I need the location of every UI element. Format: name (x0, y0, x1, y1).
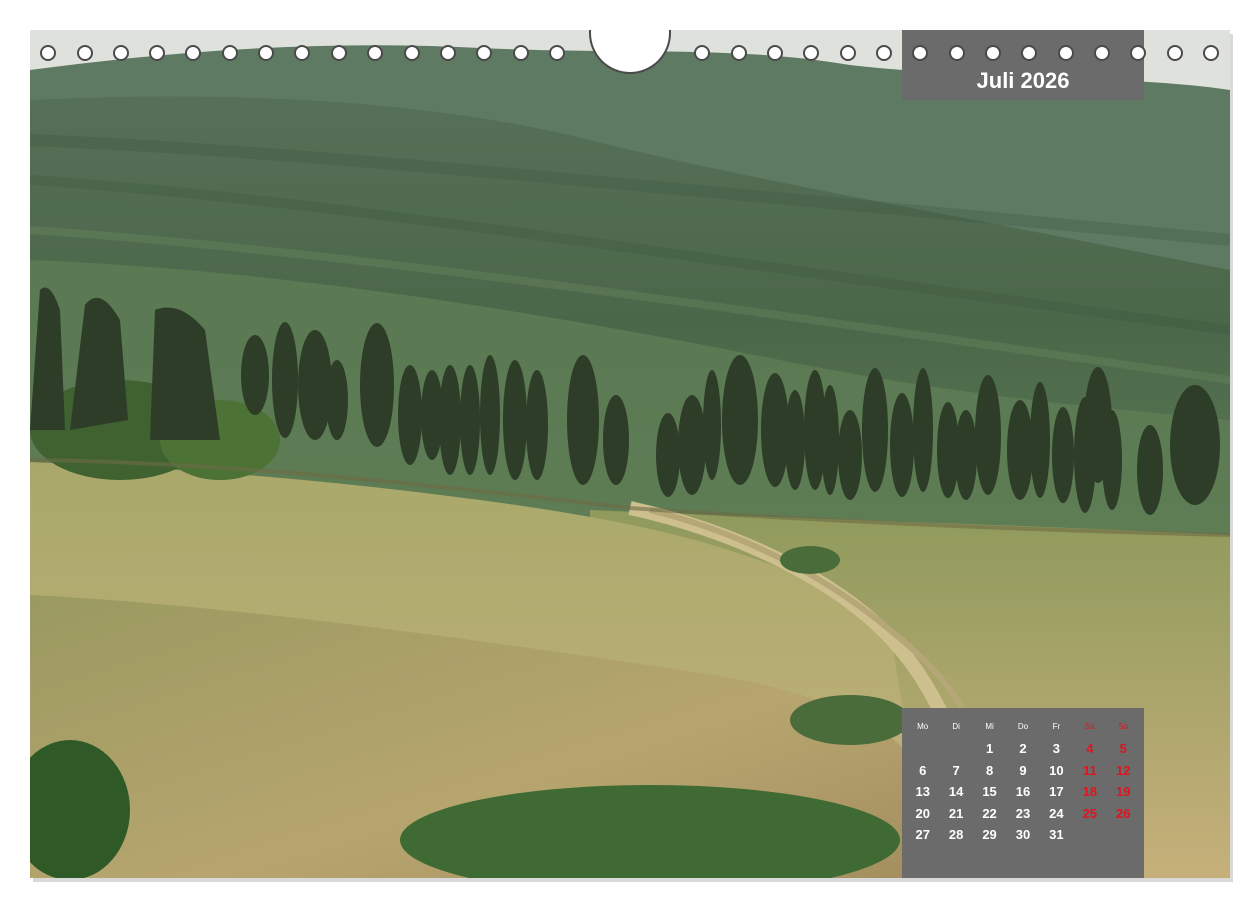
weekday-label: Fr (1052, 722, 1061, 731)
binding-hole (440, 45, 456, 61)
day-cell: 10 (1049, 762, 1064, 778)
binding-hole (840, 45, 856, 61)
binding-hole (1130, 45, 1146, 61)
day-cell: 16 (1015, 784, 1031, 799)
binding-hole (513, 45, 529, 61)
day-cell: 8 (985, 762, 994, 778)
binding-hole (731, 45, 747, 61)
day-cell: 24 (1049, 805, 1064, 821)
day-cell (906, 738, 939, 760)
binding-hole (694, 45, 710, 61)
binding-hole (149, 45, 165, 61)
binding-hole (113, 45, 129, 61)
binding-hole (294, 45, 310, 61)
weekday-label: Mi (985, 722, 994, 731)
week-row: 6 7 8 9 10 11 12 (906, 760, 1140, 782)
binding-hole (404, 45, 420, 61)
day-cell: 29 (982, 827, 997, 842)
binding-hole (1167, 45, 1183, 61)
month-title: Juli 2026 (976, 68, 1070, 93)
day-cell: 6 (919, 762, 927, 778)
day-cell (939, 738, 972, 760)
calendar-days: 1 2 3 4 5 6 7 8 9 10 11 12 13 14 15 16 1… (906, 738, 1140, 846)
day-cell-weekend: 19 (1116, 784, 1131, 799)
weekday-label: Do (1017, 722, 1029, 731)
week-row: 13 14 15 16 17 18 19 (906, 781, 1140, 803)
binding-hole (40, 45, 56, 61)
weekday-label: Mo (917, 722, 929, 731)
binding-hole (1058, 45, 1074, 61)
binding-hole (949, 45, 965, 61)
day-cell-weekend: 26 (1116, 805, 1131, 821)
day-cell: 17 (1049, 784, 1064, 799)
day-cell: 23 (1015, 805, 1031, 821)
day-cell: 31 (1049, 827, 1064, 842)
binding-hole (767, 45, 783, 61)
day-cell: 3 (1052, 741, 1061, 756)
calendar-grid: Mo Di Mi Do Fr Sa So 1 2 3 4 5 6 7 8 9 1… (902, 708, 1144, 878)
binding-hole (222, 45, 238, 61)
binding-hole (912, 45, 928, 61)
day-cell: 14 (948, 784, 964, 799)
calendar-page: Juli 2026 Mo Di Mi Do Fr Sa So 1 2 3 4 5… (0, 0, 1260, 908)
day-cell: 7 (952, 762, 960, 778)
binding-hole (185, 45, 201, 61)
binding-hole (1094, 45, 1110, 61)
day-cell: 21 (948, 805, 964, 821)
week-row: 27 28 29 30 31 (906, 824, 1140, 846)
day-cell-weekend: 4 (1086, 741, 1094, 756)
month-title-box: Juli 2026 (902, 30, 1144, 100)
weekday-label-sunday: So (1118, 722, 1129, 731)
weekday-header: Mo Di Mi Do Fr Sa So (906, 722, 1140, 731)
weekday-label-saturday: Sa (1084, 722, 1095, 731)
day-cell: 2 (1019, 741, 1027, 756)
binding-hole (258, 45, 274, 61)
binding-hole (803, 45, 819, 61)
day-cell: 28 (948, 827, 964, 842)
day-cell-weekend: 25 (1082, 805, 1098, 821)
day-cell: 20 (915, 805, 930, 821)
day-cell-weekend: 18 (1082, 784, 1098, 799)
day-cell-weekend: 5 (1119, 741, 1127, 756)
week-row: 1 2 3 4 5 (906, 738, 1140, 760)
day-cell: 22 (982, 805, 997, 821)
binding-hole (77, 45, 93, 61)
day-cell: 27 (915, 827, 930, 842)
week-row: 20 21 22 23 24 25 26 (906, 803, 1140, 825)
day-cell: 9 (1019, 762, 1027, 778)
day-cell: 13 (915, 784, 930, 799)
weekday-label: Di (952, 722, 960, 731)
binding-hole (331, 45, 347, 61)
binding-hole (549, 45, 565, 61)
day-cell-weekend (1107, 824, 1140, 846)
binding-hole (985, 45, 1001, 61)
day-cell: 30 (1015, 827, 1031, 842)
binding-hole (876, 45, 892, 61)
day-cell-weekend (1073, 824, 1106, 846)
day-cell: 15 (982, 784, 997, 799)
binding-hole (1203, 45, 1219, 61)
binding-hole (476, 45, 492, 61)
day-cell-weekend: 11 (1082, 762, 1097, 778)
day-cell-weekend: 12 (1116, 762, 1131, 778)
binding-hole (367, 45, 383, 61)
binding-hole (1021, 45, 1037, 61)
day-cell: 1 (985, 741, 994, 756)
